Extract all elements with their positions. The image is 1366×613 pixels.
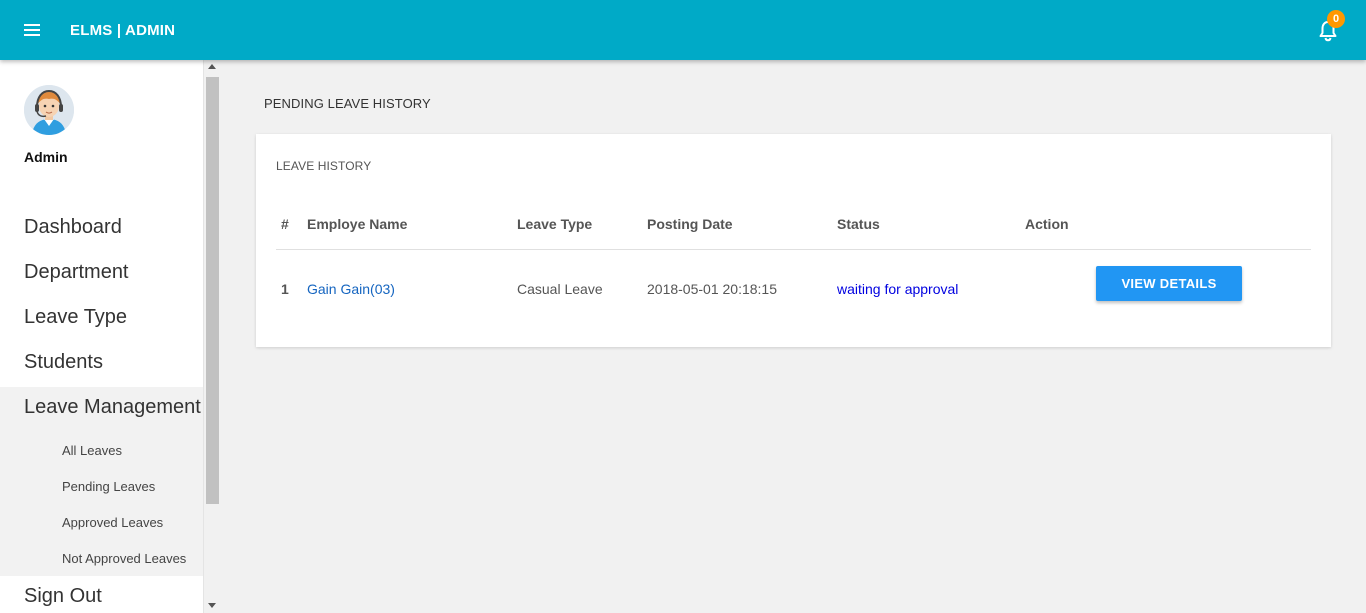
page-title: PENDING LEAVE HISTORY [264, 96, 431, 111]
sidebar-subitem-all-leaves[interactable]: All Leaves [62, 443, 122, 458]
avatar [24, 85, 74, 135]
card-title: LEAVE HISTORY [276, 159, 372, 173]
status-cell: waiting for approval [837, 281, 959, 297]
hamburger-icon[interactable] [24, 24, 40, 37]
brand-title[interactable]: ELMS | ADMIN [70, 22, 175, 39]
sidebar-item-leave-management[interactable]: Leave Management [24, 396, 201, 419]
leave-type-cell: Casual Leave [517, 281, 603, 297]
sidebar-item-dashboard[interactable]: Dashboard [24, 216, 122, 239]
admin-name: Admin [24, 149, 68, 165]
leave-history-card: LEAVE HISTORY # Employe Name Leave Type … [256, 134, 1331, 347]
sidebar-content: Admin Dashboard Department Leave Type St… [0, 60, 203, 613]
employee-name-link[interactable]: Gain Gain(03) [307, 281, 395, 297]
sidebar-item-sign-out[interactable]: Sign Out [24, 585, 102, 608]
column-header-leave-type: Leave Type [517, 216, 593, 232]
row-number: 1 [281, 281, 289, 297]
scroll-down-arrow-icon[interactable] [208, 603, 216, 608]
sidebar-subitem-approved-leaves[interactable]: Approved Leaves [62, 515, 163, 530]
sidebar-subitem-pending-leaves[interactable]: Pending Leaves [62, 479, 155, 494]
avatar-with-headset-icon [24, 85, 74, 135]
scroll-thumb[interactable] [206, 77, 219, 504]
notification-badge: 0 [1327, 10, 1345, 28]
posting-date-cell: 2018-05-01 20:18:15 [647, 281, 777, 297]
view-details-button[interactable]: VIEW DETAILS [1096, 266, 1242, 301]
column-header-number: # [281, 216, 289, 232]
sidebar-item-department[interactable]: Department [24, 261, 129, 284]
scroll-up-arrow-icon[interactable] [208, 64, 216, 69]
sidebar-scrollbar[interactable] [203, 60, 220, 613]
sidebar-item-leave-type[interactable]: Leave Type [24, 306, 127, 329]
sidebar: Admin Dashboard Department Leave Type St… [0, 60, 220, 613]
table-header-divider [276, 249, 1311, 250]
sidebar-subitem-not-approved-leaves[interactable]: Not Approved Leaves [62, 551, 186, 566]
column-header-action: Action [1025, 216, 1069, 232]
column-header-posting-date: Posting Date [647, 216, 733, 232]
column-header-status: Status [837, 216, 880, 232]
column-header-employee-name: Employe Name [307, 216, 408, 232]
sidebar-item-students[interactable]: Students [24, 351, 103, 374]
top-navbar: ELMS | ADMIN 0 [0, 0, 1366, 60]
